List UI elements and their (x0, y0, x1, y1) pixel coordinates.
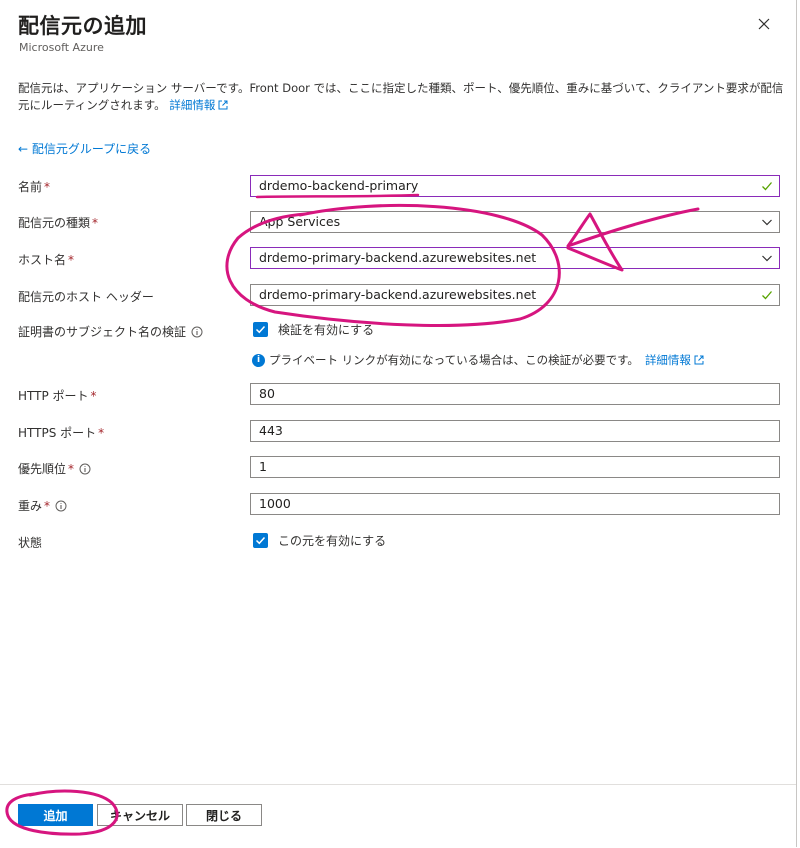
learn-more-link-label: 詳細情報 (169, 98, 216, 112)
required-mark: * (68, 462, 75, 476)
back-to-origin-group-link[interactable]: ← 配信元グループに戻る (18, 140, 151, 157)
weight-label-text: 重み (18, 499, 43, 513)
https-port-label-text: HTTPS ポート (18, 426, 97, 440)
origin-type-label: 配信元の種類 * (18, 214, 98, 231)
private-link-learn-more-label: 詳細情報 (644, 353, 691, 367)
http-port-label: HTTP ポート * (18, 387, 97, 404)
weight-value: 1000 (259, 496, 291, 511)
info-icon[interactable] (79, 463, 91, 475)
host-name-value: drdemo-primary-backend.azurewebsites.net (259, 250, 537, 265)
name-input-value: drdemo-backend-primary (259, 178, 419, 193)
checkmark-icon (255, 325, 266, 334)
origin-type-label-text: 配信元の種類 (18, 216, 91, 230)
external-link-icon (694, 355, 704, 365)
required-mark: * (44, 499, 51, 513)
close-icon (758, 18, 770, 30)
host-name-select[interactable]: drdemo-primary-backend.azurewebsites.net (250, 247, 780, 269)
panel-subtitle: Microsoft Azure (19, 41, 104, 54)
http-port-input[interactable]: 80 (250, 383, 780, 405)
description-text: 配信元は、アプリケーション サーバーです。Front Door では、ここに指定… (18, 81, 784, 112)
info-icon[interactable] (191, 326, 203, 338)
name-label-text: 名前 (18, 180, 43, 194)
name-input[interactable]: drdemo-backend-primary (250, 175, 780, 197)
panel-title: 配信元の追加 (18, 14, 147, 38)
enable-origin-checkbox-label: この元を有効にする (278, 534, 387, 548)
close-footer-button[interactable]: 閉じる (186, 804, 262, 826)
enable-origin-checkbox[interactable] (253, 533, 268, 548)
add-button[interactable]: 追加 (18, 804, 93, 826)
private-link-info: i プライベート リンクが有効になっている場合は、この検証が必要です。 詳細情報 (252, 352, 704, 368)
required-mark: * (68, 253, 75, 267)
panel-description: 配信元は、アプリケーション サーバーです。Front Door では、ここに指定… (18, 80, 784, 114)
checkmark-icon (255, 536, 266, 545)
cert-validation-label-text: 証明書のサブジェクト名の検証 (18, 325, 187, 339)
add-origin-panel: 配信元の追加 Microsoft Azure 配信元は、アプリケーション サーバ… (0, 0, 797, 848)
host-name-label-text: ホスト名 (18, 253, 67, 267)
cert-validation-checkbox-label: 検証を有効にする (278, 323, 375, 337)
chevron-down-icon (762, 219, 772, 226)
private-link-info-text: プライベート リンクが有効になっている場合は、この検証が必要です。 (269, 353, 639, 367)
learn-more-link[interactable]: 詳細情報 (169, 98, 228, 112)
https-port-value: 443 (259, 423, 283, 438)
host-header-label: 配信元のホスト ヘッダー (18, 290, 154, 304)
cert-validation-checkbox[interactable] (253, 322, 268, 337)
cert-validation-checkbox-row[interactable]: 検証を有効にする (253, 321, 374, 338)
host-name-label: ホスト名 * (18, 251, 74, 268)
http-port-label-text: HTTP ポート (18, 389, 89, 403)
https-port-input[interactable]: 443 (250, 420, 780, 442)
external-link-icon (218, 100, 228, 110)
status-checkbox-row[interactable]: この元を有効にする (253, 532, 386, 549)
priority-label-text: 優先順位 (18, 462, 67, 476)
weight-input[interactable]: 1000 (250, 493, 780, 515)
cert-validation-label: 証明書のサブジェクト名の検証 (18, 323, 203, 340)
check-icon (762, 182, 772, 191)
https-port-label: HTTPS ポート * (18, 424, 104, 441)
status-label: 状態 (18, 536, 43, 550)
http-port-value: 80 (259, 386, 275, 401)
close-button[interactable] (752, 12, 776, 36)
host-header-value: drdemo-primary-backend.azurewebsites.net (259, 287, 537, 302)
host-header-input[interactable]: drdemo-primary-backend.azurewebsites.net (250, 284, 780, 306)
required-mark: * (90, 389, 97, 403)
priority-label: 優先順位 * (18, 460, 91, 477)
name-label: 名前 * (18, 178, 50, 195)
priority-value: 1 (259, 459, 267, 474)
check-icon (762, 291, 772, 300)
priority-input[interactable]: 1 (250, 456, 780, 478)
origin-type-select[interactable]: App Services (250, 211, 780, 233)
chevron-down-icon (762, 255, 772, 262)
weight-label: 重み * (18, 497, 67, 514)
private-link-learn-more-link[interactable]: 詳細情報 (645, 352, 704, 368)
required-mark: * (92, 216, 99, 230)
required-mark: * (44, 180, 51, 194)
origin-type-value: App Services (259, 214, 341, 229)
cancel-button[interactable]: キャンセル (97, 804, 183, 826)
info-icon[interactable] (55, 500, 67, 512)
required-mark: * (98, 426, 105, 440)
info-filled-icon: i (252, 353, 265, 367)
